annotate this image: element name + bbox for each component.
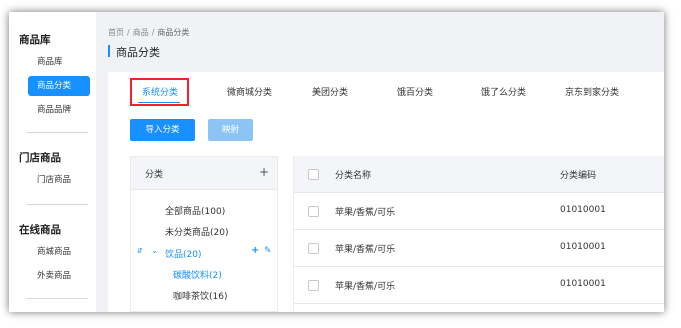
cell-category-name: 苹果/香蕉/可乐 [335,245,396,255]
category-tree-header: 分类 + [131,157,277,190]
table-row[interactable]: 苹果/香蕉/可乐 01010001 [294,230,664,267]
sidebar: 商品库 商品库 商品分类 商品品牌 门店商品 门店商品 在线商品 商城商品 外卖… [9,12,96,312]
breadcrumb-separator: / [151,28,155,37]
row-checkbox[interactable] [308,206,319,217]
tree-node-carbonated-drinks[interactable]: 碳酸饮料(2) [173,268,222,281]
content-card: 系统分类 微商城分类 美团分类 饿百分类 饿了么分类 京东到家分类 导入分类 映… [108,72,664,312]
map-button[interactable]: 映射 [208,119,253,141]
cell-category-code: 01010001 [560,279,606,289]
sidebar-divider [26,204,88,205]
title-accent-bar [108,45,110,57]
import-category-button[interactable]: 导入分类 [130,119,195,141]
sidebar-item-product-category[interactable]: 商品分类 [28,76,90,96]
breadcrumb-separator: / [127,28,130,37]
cell-category-code: 01010001 [560,242,606,252]
column-header-category-name[interactable]: 分类名称 [335,168,371,181]
category-tree-title: 分类 [145,170,164,180]
sidebar-item-takeout-products[interactable]: 外卖商品 [28,266,90,286]
add-subcategory-icon[interactable]: + [251,245,259,256]
sidebar-divider [26,298,88,299]
sidebar-group-title-product-library: 商品库 [19,34,51,46]
table-header: 分类名称 分类编码 [294,156,664,193]
breadcrumb-products[interactable]: 商品 [133,28,149,37]
tab-jd-daojia-category[interactable]: 京东到家分类 [565,86,619,100]
tree-node-all-products[interactable]: 全部商品(100) [165,204,225,217]
tab-meituan-category[interactable]: 美团分类 [312,86,348,100]
edit-pencil-icon[interactable]: ✎ [264,246,272,256]
sidebar-item-product-brand[interactable]: 商品品牌 [28,100,90,120]
row-checkbox[interactable] [308,280,319,291]
tree-node-beverages[interactable]: 饮品(20) [165,247,201,260]
sidebar-group-title-online-products: 在线商品 [19,224,61,236]
app-window: 商品库 商品库 商品分类 商品品牌 门店商品 门店商品 在线商品 商城商品 外卖… [9,12,664,312]
page-title: 商品分类 [116,46,160,59]
sidebar-divider [26,132,88,133]
sidebar-item-product-library[interactable]: 商品库 [28,52,90,72]
table-row[interactable]: 苹果/香蕉/可乐 01010001 [294,267,664,304]
cell-category-name: 苹果/香蕉/可乐 [335,208,396,218]
main-content: 首页 / 商品 / 商品分类 商品分类 系统分类 微商城分类 美团分类 饿百分类 饿了么… [96,12,664,312]
tab-eleme-category[interactable]: 饿了么分类 [481,86,526,100]
row-checkbox[interactable] [308,243,319,254]
active-tab-underline [138,102,180,103]
tree-node-coffee-tea[interactable]: 咖啡茶饮(16) [173,289,227,302]
tree-node-uncategorized[interactable]: 未分类商品(20) [165,225,228,238]
chevron-down-icon[interactable]: ⌄ [151,246,158,255]
breadcrumb: 首页 / 商品 / 商品分类 [108,27,189,38]
breadcrumb-home[interactable]: 首页 [108,28,124,37]
category-table: 分类名称 分类编码 苹果/香蕉/可乐 01010001 苹果/香蕉/可乐 010… [293,156,664,312]
add-category-icon[interactable]: + [259,165,269,179]
category-tree: 分类 + 全部商品(100) 未分类商品(20) ⇵ ⌄ 饮品(20) + ✎ … [130,156,278,312]
cell-category-name: 苹果/香蕉/可乐 [335,282,396,292]
column-header-category-code[interactable]: 分类编码 [560,168,596,181]
select-all-checkbox[interactable] [308,169,319,180]
drag-sort-icon[interactable]: ⇵ [137,247,143,255]
tab-micro-mall-category[interactable]: 微商城分类 [227,86,272,100]
tab-system-category[interactable]: 系统分类 [142,86,178,100]
sidebar-group-title-store-products: 门店商品 [19,152,61,164]
tab-ebai-category[interactable]: 饿百分类 [397,86,433,100]
cell-category-code: 01010001 [560,205,606,215]
sidebar-item-mall-products[interactable]: 商城商品 [28,242,90,262]
sidebar-item-store-products[interactable]: 门店商品 [28,170,90,190]
table-row[interactable]: 苹果/香蕉/可乐 01010001 [294,193,664,230]
breadcrumb-current: 商品分类 [157,28,190,37]
